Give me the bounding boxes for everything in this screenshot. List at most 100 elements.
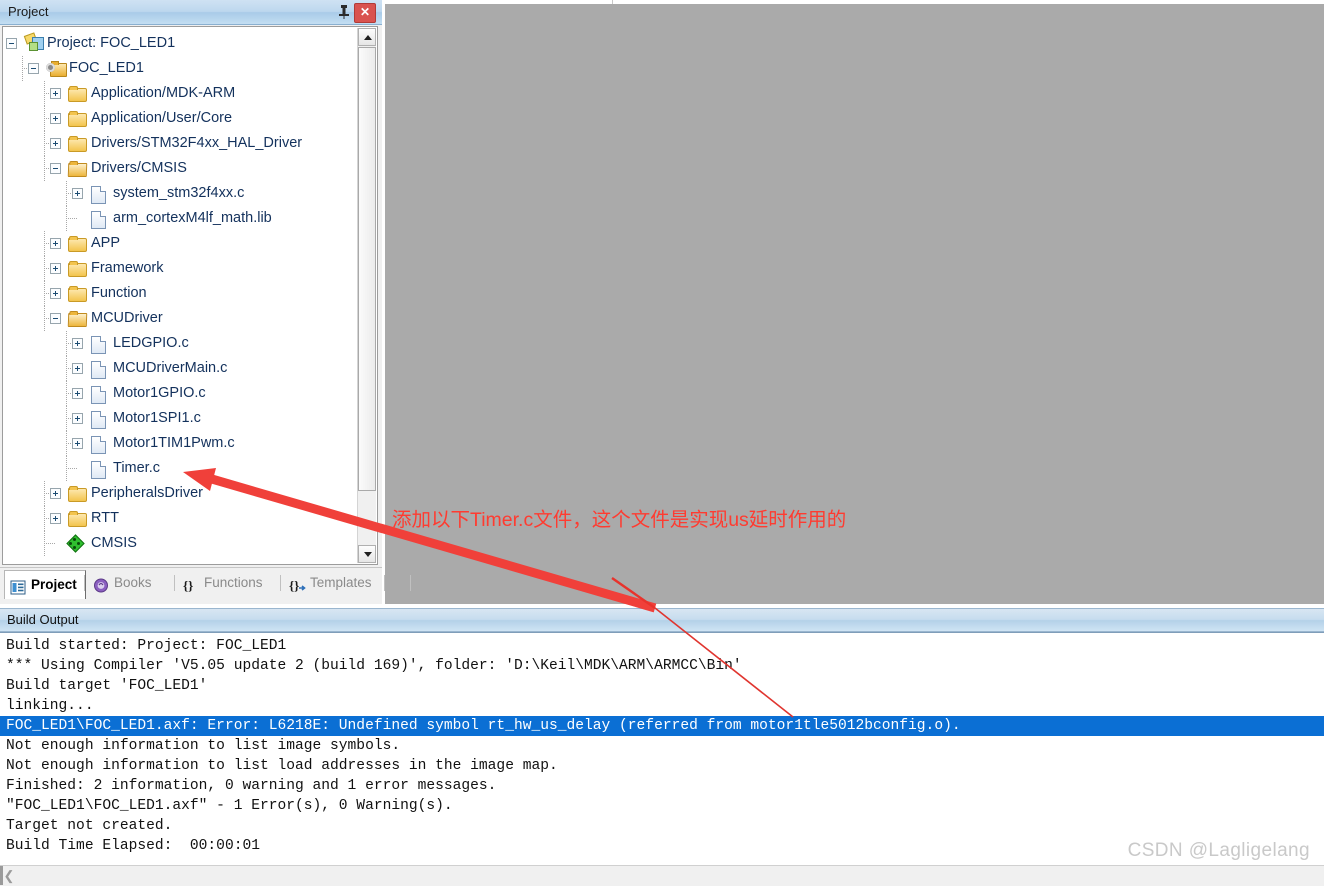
tree-item-app[interactable]: APP bbox=[3, 231, 355, 256]
svg-text:{}: {} bbox=[289, 578, 299, 593]
file-icon bbox=[90, 460, 108, 479]
tab-templates[interactable]: {} Templates bbox=[284, 570, 380, 596]
build-output-titlebar: Build Output bbox=[0, 608, 1324, 632]
pin-icon[interactable] bbox=[336, 4, 352, 20]
tree-item-application-user-core[interactable]: Application/User/Core bbox=[3, 106, 355, 131]
project-panel: Project ✕ Project: FOC_LED1 FOC_LED1 Appli… bbox=[0, 0, 411, 604]
scrollbar-thumb[interactable] bbox=[358, 47, 376, 491]
scroll-up-icon[interactable] bbox=[358, 28, 376, 46]
folder-icon bbox=[68, 110, 87, 127]
build-output-line[interactable]: Build started: Project: FOC_LED1 bbox=[6, 636, 286, 656]
folder-icon bbox=[68, 510, 87, 527]
expand-icon[interactable] bbox=[72, 388, 83, 399]
tree-item-label: Application/User/Core bbox=[91, 110, 233, 126]
collapse-icon[interactable] bbox=[6, 38, 17, 49]
tree-item-label: Function bbox=[91, 285, 147, 301]
file-icon bbox=[90, 385, 108, 404]
project-tree[interactable]: Project: FOC_LED1 FOC_LED1 Application/MDK… bbox=[3, 31, 355, 556]
tree-item-mcudrivermain-c[interactable]: MCUDriverMain.c bbox=[3, 356, 355, 381]
tab-label: Books bbox=[114, 575, 152, 590]
build-output-line[interactable]: *** Using Compiler 'V5.05 update 2 (buil… bbox=[6, 656, 742, 676]
svg-text:{}: {} bbox=[183, 578, 193, 593]
file-icon bbox=[90, 210, 108, 229]
build-output-panel: Build Output Build started: Project: FOC… bbox=[0, 604, 1324, 886]
tree-item-arm-cortexm4lf-math-lib[interactable]: arm_cortexM4lf_math.lib bbox=[3, 206, 355, 231]
expand-icon[interactable] bbox=[50, 138, 61, 149]
books-icon bbox=[93, 576, 109, 593]
tree-item-framework[interactable]: Framework bbox=[3, 256, 355, 281]
tab-separator bbox=[174, 575, 175, 591]
tab-functions[interactable]: {} Functions bbox=[178, 570, 271, 596]
folder-icon bbox=[68, 485, 87, 502]
expand-icon[interactable] bbox=[50, 238, 61, 249]
tree-item-application-mdk-arm[interactable]: Application/MDK-ARM bbox=[3, 81, 355, 106]
tree-item-label: APP bbox=[91, 235, 121, 251]
scroll-left-icon[interactable]: ❮ bbox=[0, 866, 18, 885]
folder-icon bbox=[68, 285, 87, 302]
expand-icon[interactable] bbox=[72, 363, 83, 374]
tree-item-ledgpio-c[interactable]: LEDGPIO.c bbox=[3, 331, 355, 356]
build-output-line[interactable]: Not enough information to list image sym… bbox=[6, 736, 400, 756]
expand-icon[interactable] bbox=[50, 488, 61, 499]
expand-icon[interactable] bbox=[50, 263, 61, 274]
tree-item-label: Project: FOC_LED1 bbox=[47, 35, 176, 51]
tree-item-motor1gpio-c[interactable]: Motor1GPIO.c bbox=[3, 381, 355, 406]
build-output-line[interactable]: Build Time Elapsed: 00:00:01 bbox=[6, 836, 260, 856]
tree-item-timer-c[interactable]: Timer.c bbox=[3, 456, 355, 481]
tab-project[interactable]: Project bbox=[4, 570, 86, 599]
tab-books[interactable]: Books bbox=[88, 570, 160, 596]
expand-icon[interactable] bbox=[50, 88, 61, 99]
tab-label: Functions bbox=[204, 575, 263, 590]
tab-label: Templates bbox=[310, 575, 372, 590]
tree-item-label: FOC_LED1 bbox=[69, 60, 144, 76]
collapse-icon[interactable] bbox=[50, 313, 61, 324]
tree-item-cmsis[interactable]: CMSIS bbox=[3, 531, 355, 556]
tree-item-label: Framework bbox=[91, 260, 164, 276]
expand-icon[interactable] bbox=[72, 438, 83, 449]
expand-icon[interactable] bbox=[50, 113, 61, 124]
build-output-horizontal-scrollbar[interactable]: ❮ bbox=[0, 865, 1324, 886]
build-output-line[interactable]: linking... bbox=[6, 696, 94, 716]
build-output-line[interactable]: Build target 'FOC_LED1' bbox=[6, 676, 207, 696]
templates-icon: {} bbox=[289, 576, 306, 593]
expand-icon[interactable] bbox=[72, 338, 83, 349]
tree-item-motor1spi1-c[interactable]: Motor1SPI1.c bbox=[3, 406, 355, 431]
build-output-line[interactable]: Target not created. bbox=[6, 816, 172, 836]
tree-item-motor1tim1pwm-c[interactable]: Motor1TIM1Pwm.c bbox=[3, 431, 355, 456]
project-tab-icon bbox=[10, 577, 26, 595]
project-panel-tabbar[interactable]: Project Books {} Functions {} Templates bbox=[0, 567, 411, 599]
tab-separator bbox=[410, 575, 411, 591]
tree-item-peripheralsdriver[interactable]: PeripheralsDriver bbox=[3, 481, 355, 506]
close-icon[interactable]: ✕ bbox=[354, 3, 376, 23]
tree-item-project-foc-led1[interactable]: Project: FOC_LED1 bbox=[3, 31, 355, 56]
tree-item-rtt[interactable]: RTT bbox=[3, 506, 355, 531]
collapse-icon[interactable] bbox=[28, 63, 39, 74]
tree-item-label: Motor1TIM1Pwm.c bbox=[113, 435, 235, 451]
tree-item-mcudriver[interactable]: MCUDriver bbox=[3, 306, 355, 331]
folder-open-icon bbox=[67, 160, 88, 177]
build-output-text[interactable]: Build started: Project: FOC_LED1 *** Usin… bbox=[0, 632, 1324, 861]
tree-item-function[interactable]: Function bbox=[3, 281, 355, 306]
tree-item-drivers-cmsis[interactable]: Drivers/CMSIS bbox=[3, 156, 355, 181]
file-icon bbox=[90, 410, 108, 429]
build-output-line[interactable]: "FOC_LED1\FOC_LED1.axf" - 1 Error(s), 0 … bbox=[6, 796, 453, 816]
scroll-down-icon[interactable] bbox=[358, 545, 376, 563]
project-tree-vertical-scrollbar[interactable] bbox=[357, 28, 376, 563]
collapse-icon[interactable] bbox=[50, 163, 61, 174]
file-icon bbox=[90, 360, 108, 379]
tree-item-system-stm32f4xx-c[interactable]: system_stm32f4xx.c bbox=[3, 181, 355, 206]
tree-item-label: Timer.c bbox=[113, 460, 160, 476]
expand-icon[interactable] bbox=[72, 188, 83, 199]
tree-item-label: Drivers/STM32F4xx_HAL_Driver bbox=[91, 135, 303, 151]
expand-icon[interactable] bbox=[72, 413, 83, 424]
target-gear-icon bbox=[46, 60, 67, 77]
build-output-error-line[interactable]: FOC_LED1\FOC_LED1.axf: Error: L6218E: Un… bbox=[0, 716, 1324, 736]
tree-item-drivers-stm32f4xx-hal-driver[interactable]: Drivers/STM32F4xx_HAL_Driver bbox=[3, 131, 355, 156]
tree-item-foc-led1[interactable]: FOC_LED1 bbox=[3, 56, 355, 81]
braces-icon: {} bbox=[183, 576, 199, 593]
expand-icon[interactable] bbox=[50, 513, 61, 524]
tree-item-label: MCUDriver bbox=[91, 310, 163, 326]
expand-icon[interactable] bbox=[50, 288, 61, 299]
build-output-line[interactable]: Finished: 2 information, 0 warning and 1… bbox=[6, 776, 496, 796]
build-output-line[interactable]: Not enough information to list load addr… bbox=[6, 756, 558, 776]
